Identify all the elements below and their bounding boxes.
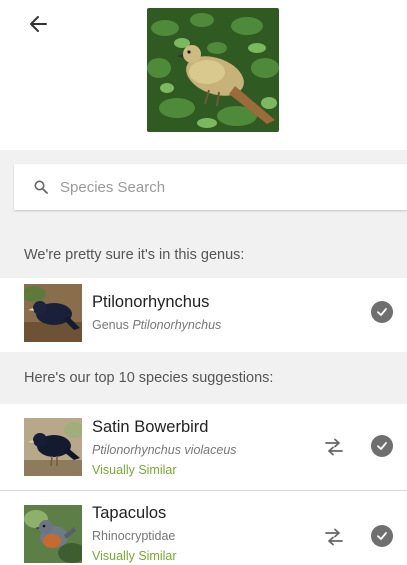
check-circle-icon	[377, 442, 387, 450]
genus-section-heading: We're pretty sure it's in this genus:	[0, 232, 407, 278]
genus-suggestion-row[interactable]: Ptilonorhynchus Genus Ptilonorhynchus	[0, 278, 407, 352]
visually-similar-label: Visually Similar	[92, 549, 177, 563]
compare-button[interactable]	[322, 435, 346, 459]
compare-arrows-icon	[325, 438, 343, 456]
check-circle-icon	[377, 532, 387, 540]
back-button[interactable]	[22, 10, 54, 38]
species-suggestion-row[interactable]: Tapaculos Rhinocryptidae Visually Simila…	[0, 491, 407, 565]
species-search-box[interactable]	[14, 164, 407, 210]
select-genus-check-button[interactable]	[371, 301, 393, 323]
check-circle-icon	[377, 308, 387, 316]
species-texts: Tapaculos Rhinocryptidae Visually Simila…	[92, 503, 177, 565]
genus-rank: Genus Ptilonorhynchus	[92, 316, 221, 334]
species-suggestion-row[interactable]: Satin Bowerbird Ptilonorhynchus violaceu…	[0, 404, 407, 490]
species-search-input[interactable]	[60, 178, 407, 196]
species-thumbnail	[24, 505, 82, 563]
species-section-heading: Here's our top 10 species suggestions:	[0, 352, 407, 404]
genus-thumbnail	[24, 284, 82, 342]
arrow-left-icon	[30, 16, 47, 32]
select-species-check-button[interactable]	[371, 435, 393, 457]
genus-scientific-name: Ptilonorhynchus	[132, 318, 222, 332]
compare-arrows-icon	[325, 528, 343, 546]
species-common-name: Tapaculos	[92, 504, 167, 522]
observation-photo[interactable]	[147, 8, 279, 132]
species-scientific-name: Rhinocryptidae	[92, 529, 176, 543]
species-scientific-name: Ptilonorhynchus violaceus	[92, 443, 237, 457]
rank-label: Genus	[92, 318, 129, 332]
species-thumbnail	[24, 418, 82, 476]
compare-button[interactable]	[322, 525, 346, 549]
visually-similar-label: Visually Similar	[92, 463, 177, 477]
select-species-check-button[interactable]	[371, 525, 393, 547]
species-common-name: Satin Bowerbird	[92, 418, 209, 436]
genus-name: Ptilonorhynchus	[92, 293, 210, 311]
species-texts: Satin Bowerbird Ptilonorhynchus violaceu…	[92, 417, 237, 479]
header	[0, 0, 407, 150]
genus-texts: Ptilonorhynchus Genus Ptilonorhynchus	[92, 292, 221, 334]
search-area	[0, 150, 407, 232]
search-icon	[34, 179, 50, 195]
